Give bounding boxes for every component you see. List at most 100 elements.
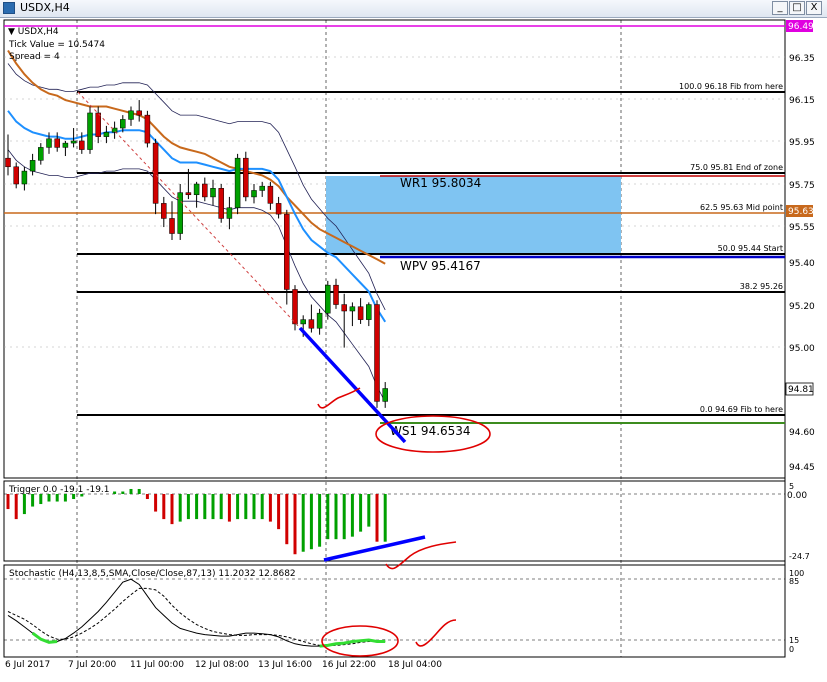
candle-body (366, 304, 372, 320)
candle (210, 179, 216, 206)
candle (226, 196, 233, 230)
candle-body (202, 183, 208, 198)
candle-body (54, 138, 60, 148)
candle (374, 300, 380, 408)
minimize-button[interactable]: _ (772, 1, 788, 15)
trigger-axis-tick: 0.00 (787, 491, 807, 501)
candle-body (210, 188, 216, 198)
time-tick: 6 Jul 2017 (5, 660, 50, 670)
time-axis-labels: 6 Jul 2017 7 Jul 20:00 11 Jul 00:00 12 J… (5, 660, 442, 670)
trigger-axis-tick: -24.7 (789, 552, 810, 561)
price-tick: 96.15 (789, 96, 815, 106)
price-tick: 95.00 (789, 344, 815, 354)
candle (275, 196, 282, 219)
candle (177, 184, 183, 240)
current-price-badge-text: 94.81 (788, 385, 814, 395)
stochastic-lines (7, 578, 386, 648)
time-tick: 18 Jul 04:00 (388, 660, 442, 670)
hand-drawn-tick-stoch (415, 619, 457, 647)
close-button[interactable]: X (806, 1, 822, 15)
candle (62, 140, 69, 157)
candle (38, 143, 44, 165)
fib-label: 100.0 96.18 Fib from here (679, 82, 783, 91)
stoch-axis-tick: 0 (789, 645, 794, 654)
candle-body (136, 110, 142, 116)
chart-window: USDX,H4 _ □ X 100.0 96.18 Fib from here 7… (0, 0, 827, 682)
candle (325, 280, 331, 320)
candle-body (79, 140, 85, 150)
fib-label: 50.0 95.44 Start (718, 244, 783, 253)
price-tick: 95.20 (789, 302, 815, 312)
candle-body (234, 157, 241, 208)
time-tick: 12 Jul 08:00 (195, 660, 249, 670)
candle-body (62, 142, 69, 148)
candle (95, 106, 101, 144)
candle (202, 177, 208, 202)
time-tick: 16 Jul 22:00 (322, 660, 376, 670)
trigger-panel-frame (3, 480, 786, 562)
window-title: USDX,H4 (20, 1, 70, 14)
price-tick: 95.95 (789, 138, 815, 148)
price-tick: 94.60 (789, 428, 815, 438)
candle-body (38, 147, 44, 161)
candle (292, 285, 298, 331)
trigger-label: Trigger 0.0 -19.1 -19.1 (8, 485, 110, 495)
candle-body (251, 190, 257, 198)
candle-body (29, 160, 36, 172)
maximize-button[interactable]: □ (789, 1, 805, 15)
candle-body (267, 185, 274, 204)
candle (251, 184, 257, 204)
trigger-histogram (6, 488, 387, 555)
candle (382, 382, 388, 408)
candle-body (275, 203, 282, 215)
spread-label: Spread = 4 (9, 52, 60, 62)
stochastic-label: Stochastic (H4,13,8,5,SMA,Close/Close,87… (9, 569, 296, 579)
candle-body (103, 132, 110, 137)
fib-label: 0.0 94.69 Fib to here (700, 405, 783, 414)
price-tick: 95.40 (789, 259, 815, 269)
candle (21, 166, 28, 191)
candle-body (128, 110, 134, 120)
candle (111, 121, 118, 139)
stoch-oversold-highlight (319, 638, 386, 648)
candle-body (70, 140, 77, 144)
candle-body (349, 306, 356, 312)
fib-label: 75.0 95.81 End of zone (690, 163, 783, 172)
candle (341, 293, 347, 348)
window-titlebar[interactable]: USDX,H4 _ □ X (0, 0, 827, 18)
top-price-badge-text: 96.49 (788, 22, 814, 32)
fib-label: 62.5 95.63 Mid point (700, 203, 783, 212)
candle-body (95, 112, 101, 137)
candle (349, 302, 356, 327)
candle-body (259, 185, 265, 191)
price-trendline (298, 326, 407, 444)
stoch-axis-tick: 15 (789, 636, 799, 645)
candle (193, 181, 200, 208)
candle (243, 151, 249, 202)
tick-value-label: Tick Value = 10.5474 (8, 40, 105, 50)
candle-body (161, 203, 167, 219)
candle (308, 304, 315, 333)
candle (128, 106, 134, 126)
stoch-signal-line (7, 587, 386, 646)
price-tick: 95.55 (789, 223, 815, 233)
ws1-label: WS1 94.6534 (390, 424, 471, 438)
candle-body (300, 319, 306, 325)
candle-body (218, 188, 224, 219)
candle (54, 132, 60, 152)
candle-body (169, 218, 175, 234)
price-axis-labels: 96.35 96.15 95.95 95.75 95.55 95.40 95.2… (789, 54, 815, 473)
candle-body (13, 166, 19, 185)
candle (5, 134, 11, 176)
candle (87, 106, 93, 154)
candle (284, 209, 290, 305)
hand-drawn-tick-price (317, 387, 361, 409)
price-tick: 96.35 (789, 54, 815, 64)
time-tick: 13 Jul 16:00 (258, 660, 312, 670)
candle-body (374, 304, 380, 402)
candle-body (382, 388, 388, 402)
candle-body (357, 306, 364, 320)
candle (144, 110, 151, 148)
price-chart[interactable]: 100.0 96.18 Fib from here 75.0 95.81 End … (0, 18, 827, 682)
candle (316, 308, 323, 335)
